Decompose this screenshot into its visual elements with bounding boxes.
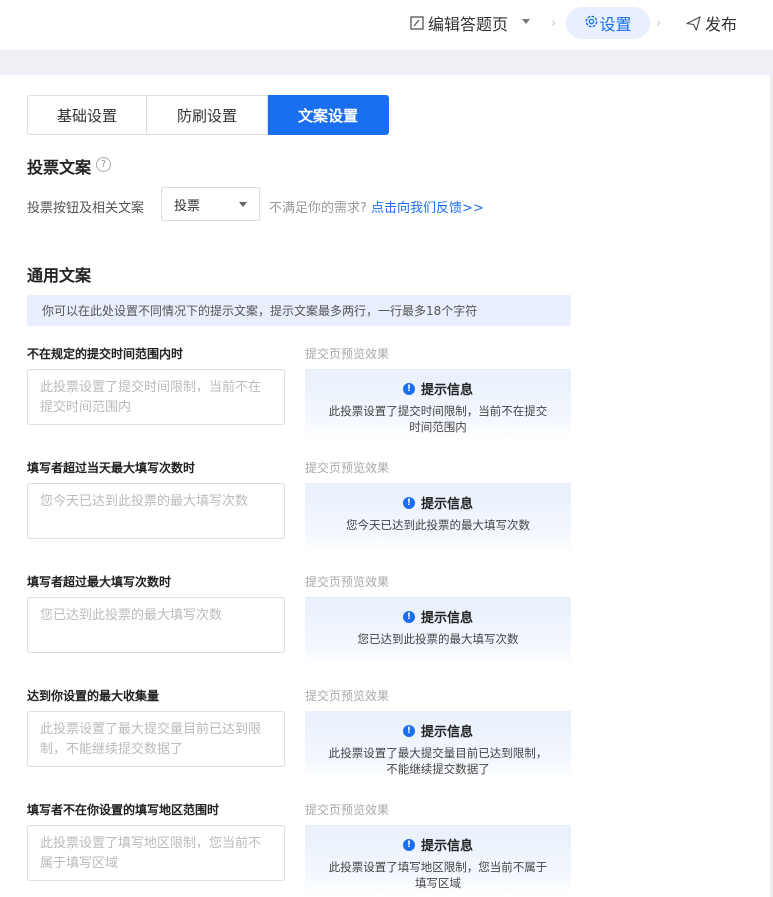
send-icon: [686, 15, 701, 31]
chevron-right-icon: ›: [656, 16, 662, 31]
gear-icon: [584, 14, 599, 33]
preview-text: 您已达到此投票的最大填写次数: [357, 632, 519, 646]
help-icon[interactable]: ?: [96, 157, 111, 172]
feedback-link[interactable]: 点击向我们反馈>>: [371, 201, 484, 216]
copy-textarea[interactable]: 此投票设置了最大提交量目前已达到限制，不能继续提交数据了: [27, 711, 285, 767]
preview-box: ! 提示信息 您今天已达到此投票的最大填写次数: [305, 483, 571, 553]
vote-button-label: 投票按钮及相关文案: [27, 201, 145, 216]
vote-copy-select[interactable]: 投票: [161, 187, 260, 221]
vote-copy-select-value: 投票: [174, 198, 201, 214]
preview-text: 此投票设置了填写地区限制，您当前不属于填写区域: [328, 860, 548, 890]
preview-label: 提交页预览效果: [305, 575, 390, 589]
preview-heading: 提示信息: [420, 497, 473, 512]
preview-label: 提交页预览效果: [305, 347, 390, 361]
copy-textarea[interactable]: 此投票设置了提交时间限制，当前不在提交时间范围内: [27, 369, 285, 425]
preview-label: 提交页预览效果: [305, 461, 390, 475]
copy-textarea[interactable]: 您今天已达到此投票的最大填写次数: [27, 483, 285, 539]
chevron-right-icon: ›: [551, 16, 557, 31]
tab-copy-settings[interactable]: 文案设置: [268, 95, 389, 135]
info-icon: !: [402, 496, 415, 509]
vote-copy-title: 投票文案: [27, 158, 92, 177]
chevron-down-icon: [239, 202, 247, 207]
copy-item-title: 填写者超过最大填写次数时: [27, 575, 172, 589]
step-edit-label: 编辑答题页: [428, 15, 509, 34]
tab-anti-spam-settings[interactable]: 防刷设置: [147, 95, 268, 135]
preview-box: ! 提示信息 此投票设置了提交时间限制，当前不在提交时间范围内: [305, 369, 571, 439]
preview-box: ! 提示信息 您已达到此投票的最大填写次数: [305, 597, 571, 667]
info-note: 你可以在此处设置不同情况下的提示文案，提示文案最多两行，一行最多18个字符: [27, 295, 571, 326]
preview-box: ! 提示信息 此投票设置了最大提交量目前已达到限制，不能继续提交数据了: [305, 711, 571, 781]
general-copy-title: 通用文案: [27, 266, 92, 285]
info-icon: !: [402, 610, 415, 623]
step-publish[interactable]: 发布: [686, 0, 737, 46]
preview-heading: 提示信息: [420, 383, 473, 398]
copy-textarea[interactable]: 您已达到此投票的最大填写次数: [27, 597, 285, 653]
preview-heading: 提示信息: [420, 725, 473, 740]
edit-icon: [410, 16, 424, 30]
step-publish-label: 发布: [705, 15, 738, 34]
copy-item-title: 达到你设置的最大收集量: [27, 689, 160, 703]
preview-heading: 提示信息: [420, 611, 473, 626]
info-icon: !: [402, 724, 415, 737]
preview-label: 提交页预览效果: [305, 689, 390, 703]
feedback-row: 不满足你的需求? 点击向我们反馈>>: [269, 197, 484, 216]
copy-item-title: 填写者不在你设置的填写地区范围时: [27, 803, 220, 817]
copy-textarea[interactable]: 此投票设置了填写地区限制，您当前不属于填写区域: [27, 825, 285, 881]
copy-item-title: 不在规定的提交时间范围内时: [27, 347, 184, 361]
preview-label: 提交页预览效果: [305, 803, 390, 817]
chevron-down-icon[interactable]: [522, 19, 530, 24]
top-step-bar: 编辑答题页 › 设置 › 发布: [0, 0, 773, 50]
info-icon: !: [402, 382, 415, 395]
header-divider-band: [0, 50, 773, 75]
tab-basic-settings[interactable]: 基础设置: [27, 95, 147, 135]
preview-text: 此投票设置了提交时间限制，当前不在提交时间范围内: [328, 404, 548, 434]
step-edit-page[interactable]: 编辑答题页: [410, 0, 508, 46]
preview-text: 您今天已达到此投票的最大填写次数: [346, 518, 530, 532]
preview-text: 此投票设置了最大提交量目前已达到限制，不能继续提交数据了: [328, 746, 548, 776]
step-settings-label: 设置: [599, 15, 632, 34]
settings-tabs: 基础设置 防刷设置 文案设置: [27, 95, 389, 135]
info-icon: !: [402, 838, 415, 851]
feedback-hint: 不满足你的需求?: [269, 201, 367, 216]
step-settings[interactable]: 设置: [566, 7, 650, 39]
preview-heading: 提示信息: [420, 839, 473, 854]
preview-box: ! 提示信息 此投票设置了填写地区限制，您当前不属于填写区域: [305, 825, 571, 895]
copy-item-title: 填写者超过当天最大填写次数时: [27, 461, 196, 475]
